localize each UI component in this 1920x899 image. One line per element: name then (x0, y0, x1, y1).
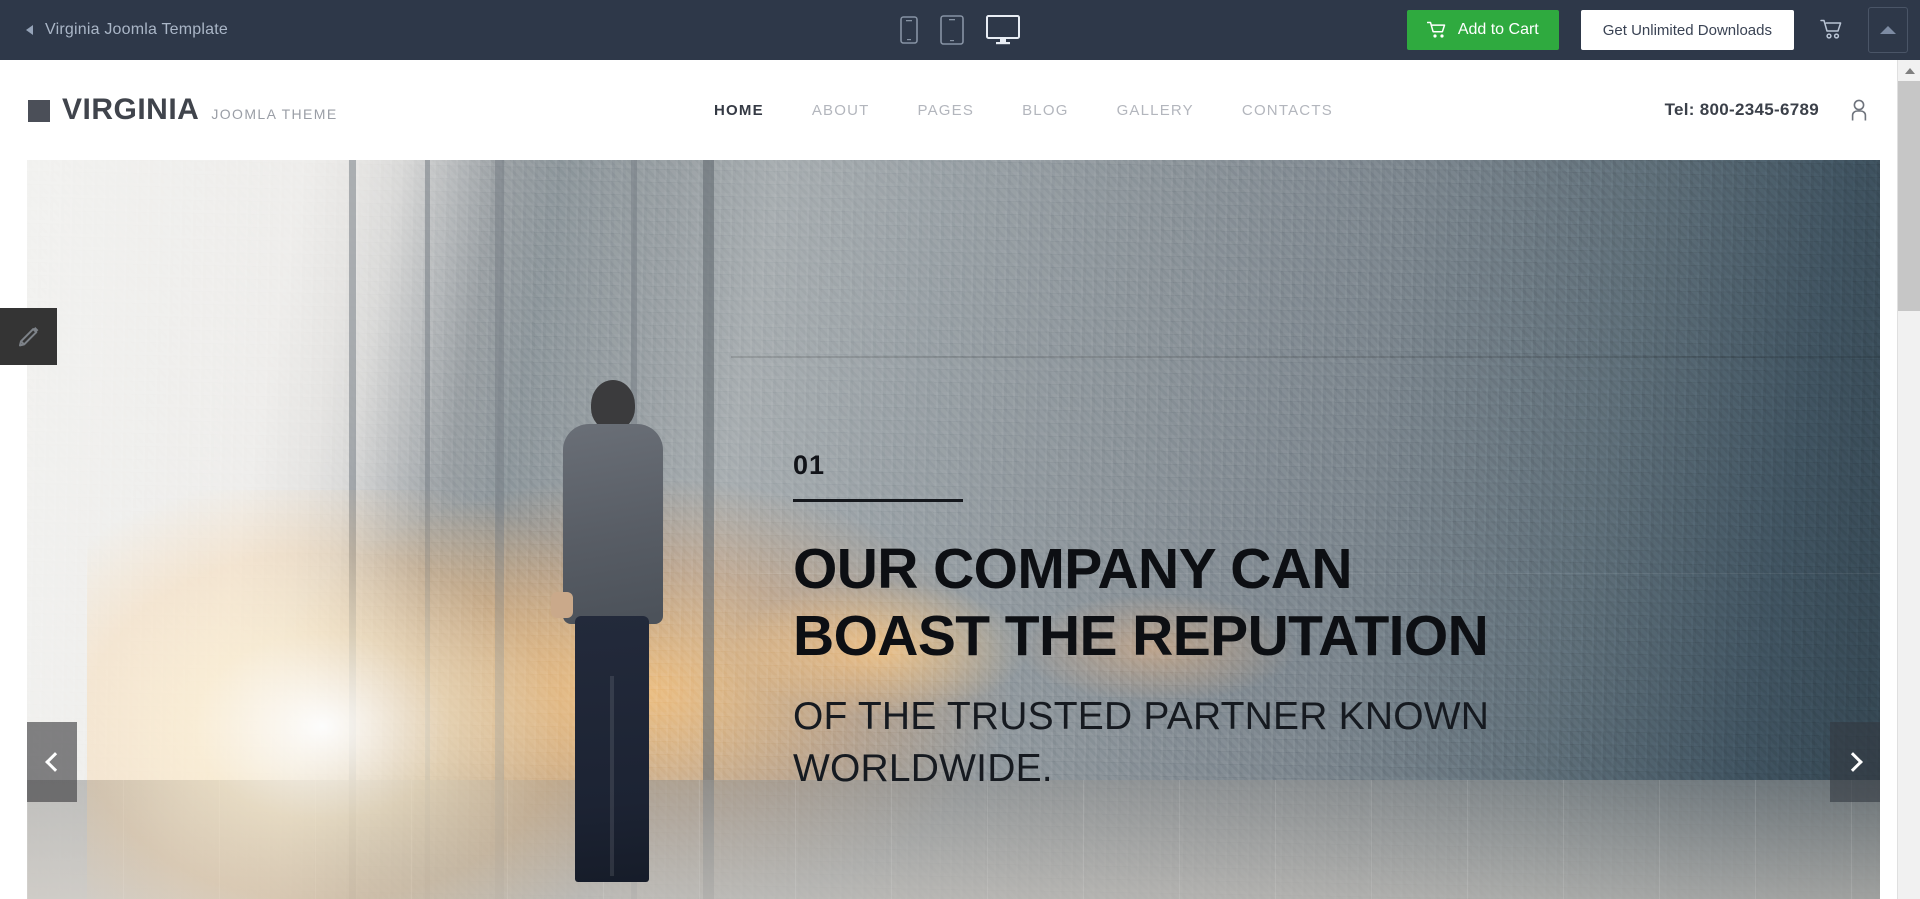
scroll-to-top-button[interactable] (1868, 7, 1908, 53)
person-legs (575, 616, 649, 882)
person-torso (563, 424, 663, 624)
nav-item-blog[interactable]: BLOG (998, 102, 1092, 119)
topbar-actions: Add to Cart Get Unlimited Downloads (1406, 0, 1920, 60)
nav-item-gallery[interactable]: GALLERY (1093, 102, 1218, 119)
square-logo-icon (28, 100, 50, 122)
cart-icon[interactable] (1820, 19, 1844, 41)
chevron-right-icon (1842, 752, 1863, 772)
logo-name: VIRGINIA (62, 93, 200, 126)
chevron-up-icon (1904, 67, 1915, 74)
phone-preview-icon[interactable] (900, 16, 918, 44)
edit-tab-button[interactable] (0, 308, 57, 365)
phone-number: Tel: 800-2345-6789 (1664, 100, 1819, 119)
hero-title: OUR COMPANY CAN BOAST THE REPUTATION (793, 537, 1489, 668)
user-icon[interactable] (1849, 99, 1869, 121)
slider-prev-button[interactable] (27, 722, 77, 802)
nav-item-contacts[interactable]: CONTACTS (1218, 102, 1357, 119)
back-caret-icon[interactable] (26, 25, 33, 35)
hero-floor (27, 780, 1880, 899)
chevron-left-icon (44, 752, 65, 772)
nav-item-pages[interactable]: PAGES (894, 102, 999, 119)
browser-scrollbar[interactable] (1897, 60, 1920, 899)
site-preview-frame: VIRGINIA JOOMLA THEME HOME ABOUT PAGES B… (0, 60, 1897, 899)
add-to-cart-button[interactable]: Add to Cart (1406, 10, 1559, 50)
template-name-label: Virginia Joomla Template (45, 21, 228, 38)
slide-number: 01 (793, 450, 826, 480)
nav-item-home[interactable]: HOME (690, 102, 788, 119)
slide-rule-divider (793, 499, 963, 502)
hero-subtitle: OF THE TRUSTED PARTNER KNOWN WORLDWIDE. (793, 695, 1490, 790)
person-head (591, 380, 635, 430)
main-navigation: HOME ABOUT PAGES BLOG GALLERY CONTACTS (690, 60, 1357, 160)
person-hand (551, 592, 573, 618)
hero-person-figure (547, 380, 677, 899)
header-contact-group: Tel: 800-2345-6789 (1665, 60, 1869, 160)
hero-caption: 01 OUR COMPANY CAN BOAST THE REPUTATION … (793, 452, 1553, 794)
tablet-preview-icon[interactable] (940, 15, 964, 45)
add-to-cart-label: Add to Cart (1457, 21, 1539, 38)
site-header: VIRGINIA JOOMLA THEME HOME ABOUT PAGES B… (0, 60, 1897, 160)
hero-slider: 01 OUR COMPANY CAN BOAST THE REPUTATION … (27, 160, 1880, 899)
site-logo[interactable]: VIRGINIA JOOMLA THEME (28, 93, 338, 127)
desktop-preview-icon[interactable] (986, 15, 1020, 45)
scrollbar-thumb[interactable] (1898, 81, 1920, 311)
logo-subtitle: JOOMLA THEME (211, 106, 338, 122)
slider-next-button[interactable] (1830, 722, 1880, 802)
preview-topbar: Virginia Joomla Template Add to Cart Get… (0, 0, 1920, 60)
pencil-icon (16, 324, 42, 350)
scrollbar-up-arrow[interactable] (1898, 60, 1920, 81)
shopping-cart-icon (1426, 21, 1447, 39)
chevron-up-icon (1880, 26, 1896, 34)
topbar-back-group[interactable]: Virginia Joomla Template (26, 21, 228, 39)
get-unlimited-downloads-button[interactable]: Get Unlimited Downloads (1580, 10, 1794, 50)
device-preview-switcher (900, 0, 1020, 60)
nav-item-about[interactable]: ABOUT (788, 102, 894, 119)
